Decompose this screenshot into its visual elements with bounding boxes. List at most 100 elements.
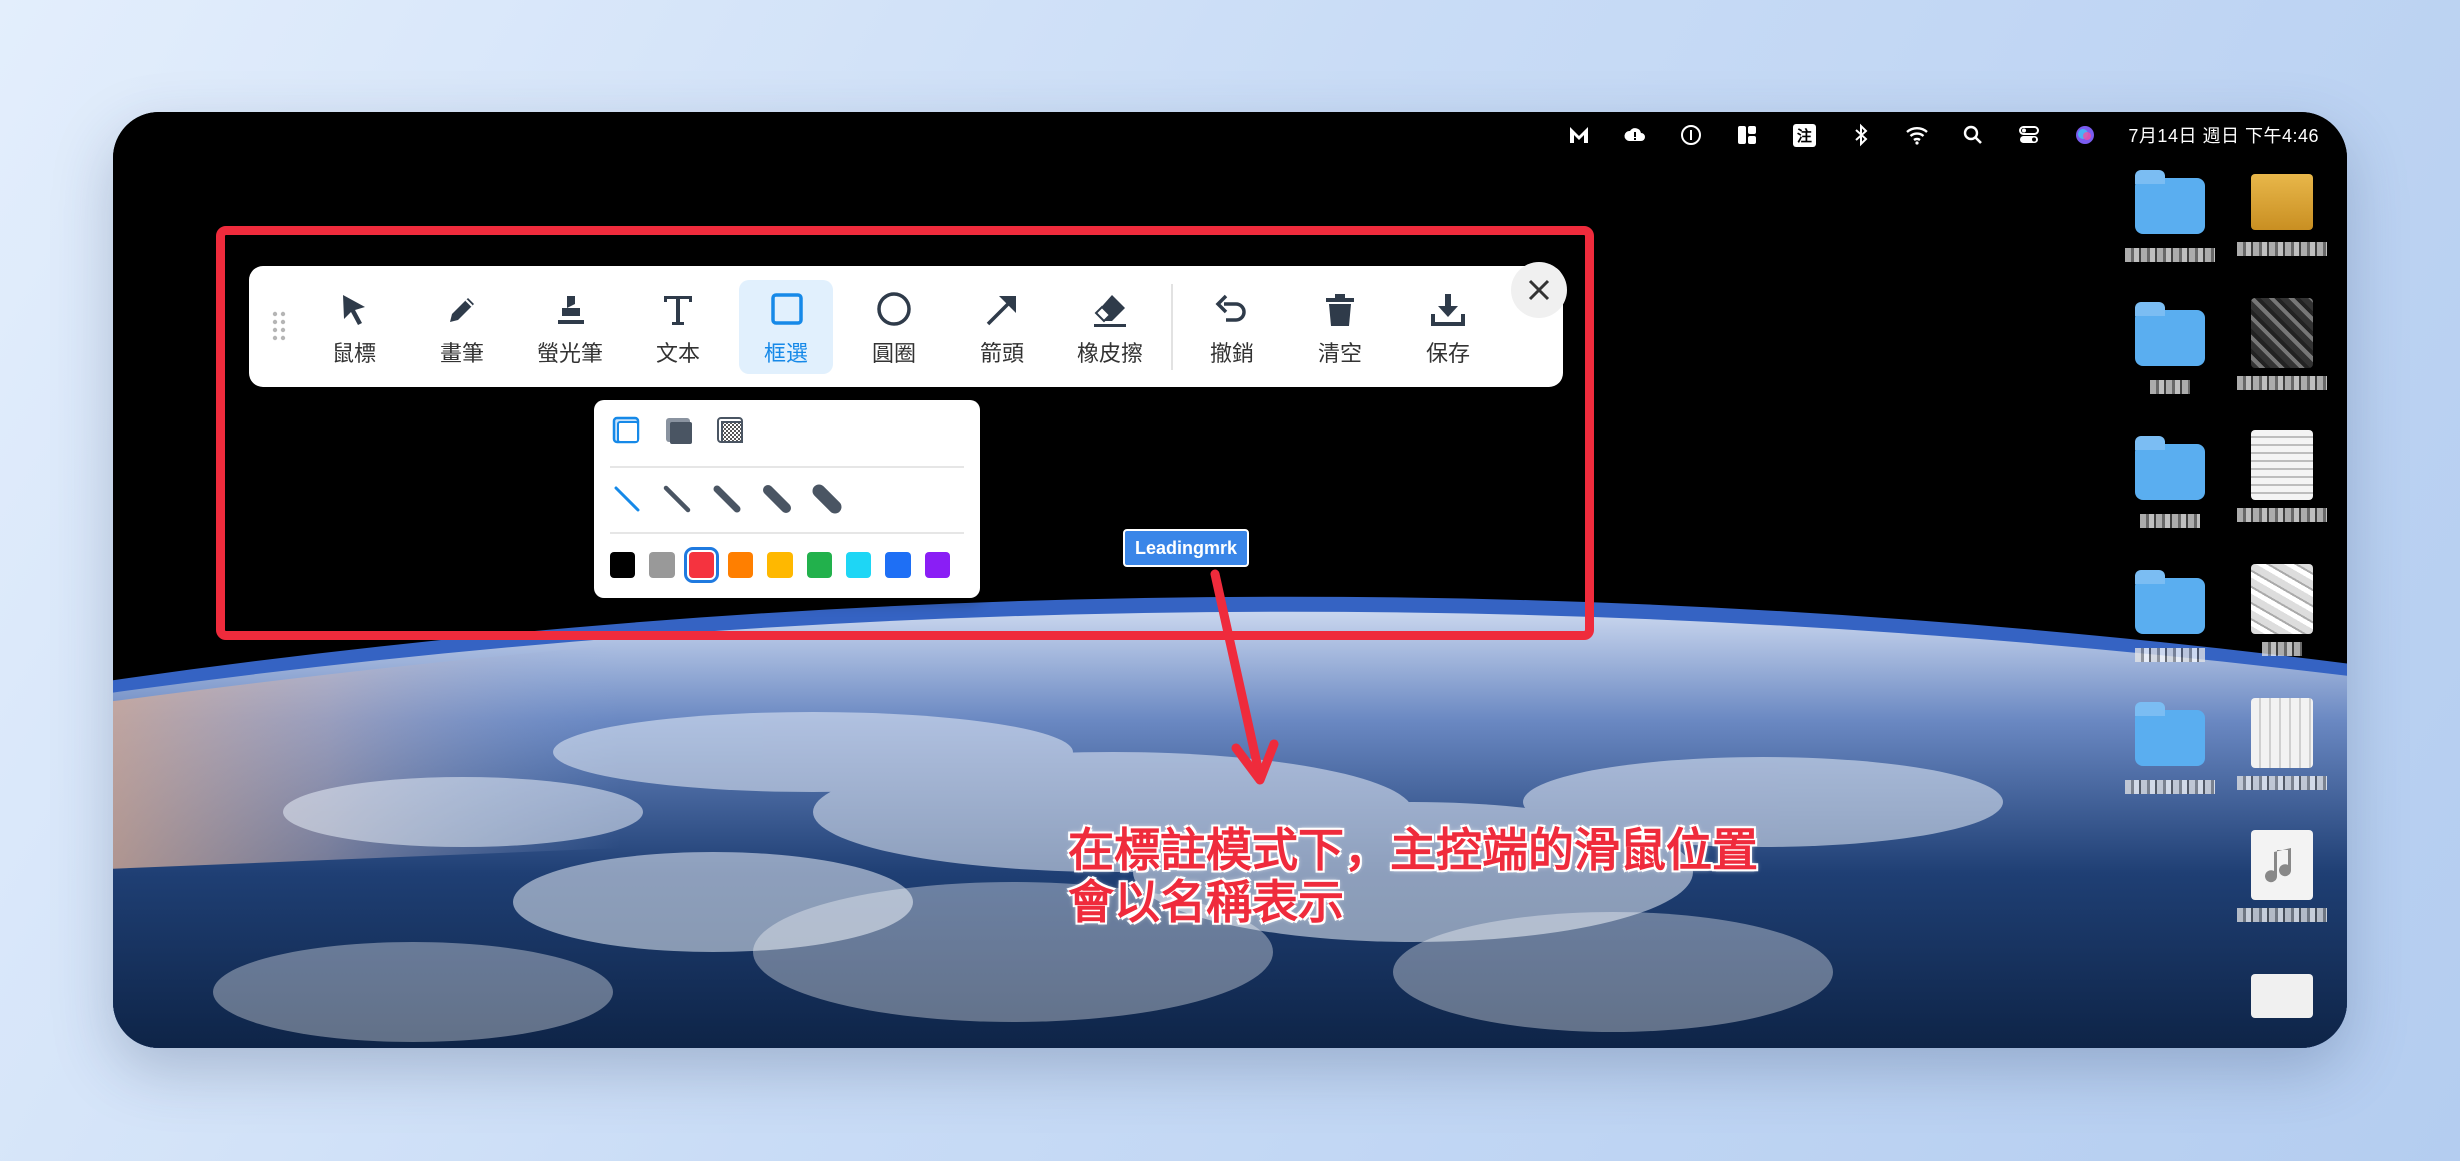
color-swatch[interactable]: [683, 547, 720, 583]
stroke-width-3[interactable]: [710, 482, 744, 516]
desktop-file[interactable]: [2227, 830, 2337, 950]
color-swatch[interactable]: [845, 552, 872, 578]
tool-label: 鼠標: [331, 341, 376, 366]
pixelated-label: [2237, 242, 2327, 256]
desktop-folder[interactable]: [2115, 302, 2225, 422]
tool-undo[interactable]: 撤銷: [1185, 280, 1279, 374]
line-thick-icon: [713, 485, 741, 513]
folder-icon: [2135, 570, 2205, 634]
line-heaviest-icon: [812, 484, 842, 514]
control-center-icon[interactable]: [2016, 122, 2042, 148]
desktop-file[interactable]: [2227, 698, 2337, 818]
tool-label: 橡皮擦: [1076, 341, 1143, 366]
tool-clear[interactable]: 清空: [1293, 280, 1387, 374]
macos-menubar: 注 7月14日 週日 下午4:46: [113, 112, 2347, 158]
folder-icon: [2135, 702, 2205, 766]
outline-fill-icon: [612, 416, 640, 444]
color-swatch[interactable]: [885, 552, 911, 578]
tool-save[interactable]: 保存: [1401, 280, 1495, 374]
color-swatch[interactable]: [610, 552, 636, 578]
folder-icon: [2135, 436, 2205, 500]
tool-rect[interactable]: 框選: [739, 280, 833, 374]
caption-line-2: 會以名稱表示: [1068, 875, 1344, 929]
pixelated-label: [2237, 908, 2327, 922]
file-thumbnail: [2251, 974, 2313, 1018]
tool-text[interactable]: 文本: [631, 280, 725, 374]
tool-label: 框選: [763, 341, 808, 366]
tool-label: 保存: [1425, 341, 1470, 366]
color-swatch[interactable]: [806, 552, 832, 578]
m-app-icon[interactable]: [1566, 122, 1592, 148]
tool-eraser[interactable]: 橡皮擦: [1063, 280, 1157, 374]
desktop-file[interactable]: [2227, 964, 2337, 1048]
desktop-file[interactable]: [2227, 298, 2337, 418]
desktop-file[interactable]: [2227, 164, 2337, 284]
close-icon: [1528, 279, 1550, 301]
tool-cursor[interactable]: 鼠標: [307, 280, 401, 374]
stroke-width-4[interactable]: [760, 482, 794, 516]
bluetooth-icon[interactable]: [1848, 122, 1874, 148]
stroke-width-2[interactable]: [660, 482, 694, 516]
search-icon[interactable]: [1960, 122, 1986, 148]
circle-one-icon[interactable]: [1678, 122, 1704, 148]
tool-arrow[interactable]: 箭頭: [955, 280, 1049, 374]
color-swatch[interactable]: [649, 552, 675, 578]
trash-icon: [1326, 294, 1354, 326]
file-thumbnail: [2251, 698, 2313, 768]
file-thumbnail: [2251, 564, 2313, 634]
color-swatch-row: [610, 547, 964, 583]
drag-handle-icon[interactable]: [271, 310, 287, 342]
grid-app-icon[interactable]: [1734, 122, 1760, 148]
pixelated-label: [2135, 648, 2205, 662]
color-swatch[interactable]: [924, 552, 950, 578]
tool-label: 撤銷: [1209, 341, 1254, 366]
fill-option-pattern[interactable]: [714, 414, 748, 448]
pixelated-label: [2237, 376, 2327, 390]
annotation-toolbar: 鼠標 畫筆 螢光筆 文本 框選 圓圈 箭頭 橡皮擦 撤銷 清空 保存: [249, 262, 1567, 387]
menubar-clock[interactable]: 7月14日 週日 下午4:46: [2128, 122, 2319, 148]
toolbar-separator: [1171, 284, 1173, 370]
tool-pen[interactable]: 畫筆: [415, 280, 509, 374]
file-thumbnail: [2251, 174, 2313, 230]
panel-divider: [610, 532, 964, 534]
line-medium-icon: [663, 485, 691, 513]
pixelated-label: [2237, 776, 2327, 790]
tool-circle[interactable]: 圓圈: [847, 280, 941, 374]
fill-options-row: [610, 414, 964, 448]
stroke-width-row: [610, 482, 964, 516]
pixelated-label: [2125, 780, 2215, 794]
close-button[interactable]: [1511, 262, 1567, 318]
tool-highlighter[interactable]: 螢光筆: [523, 280, 617, 374]
remote-cursor-name-tag: Leadingmrk: [1123, 529, 1250, 567]
pixelated-label: [2262, 642, 2302, 656]
color-swatch[interactable]: [727, 552, 754, 578]
stroke-width-1[interactable]: [610, 482, 644, 516]
stroke-width-5[interactable]: [810, 482, 844, 516]
fill-option-solid[interactable]: [662, 414, 696, 448]
pixelated-label: [2150, 380, 2190, 394]
circle-icon: [877, 292, 911, 326]
text-icon: [664, 296, 692, 325]
tool-label: 清空: [1317, 341, 1362, 366]
desktop-folder[interactable]: [2115, 436, 2225, 556]
desktop-file[interactable]: [2227, 564, 2337, 684]
pattern-fill-icon: [717, 417, 743, 443]
desktop-file[interactable]: [2227, 430, 2337, 550]
pixelated-label: [2140, 514, 2200, 528]
pixelated-label: [2237, 508, 2327, 522]
color-swatch[interactable]: [767, 552, 793, 578]
desktop-folder[interactable]: [2115, 170, 2225, 290]
file-thumbnail: [2251, 430, 2313, 500]
highlighter-icon: [558, 296, 584, 324]
note-badge-icon[interactable]: 注: [1790, 122, 1818, 148]
tool-label: 螢光筆: [536, 341, 603, 366]
folder-icon: [2135, 170, 2205, 234]
siri-icon[interactable]: [2072, 122, 2098, 148]
desktop-folder[interactable]: [2115, 702, 2225, 822]
fill-option-outline[interactable]: [610, 414, 644, 448]
cloud-alert-icon[interactable]: [1622, 122, 1648, 148]
desktop-folder[interactable]: [2115, 570, 2225, 690]
arrow-icon: [986, 296, 1016, 326]
solid-fill-icon: [666, 418, 692, 444]
wifi-icon[interactable]: [1904, 122, 1930, 148]
